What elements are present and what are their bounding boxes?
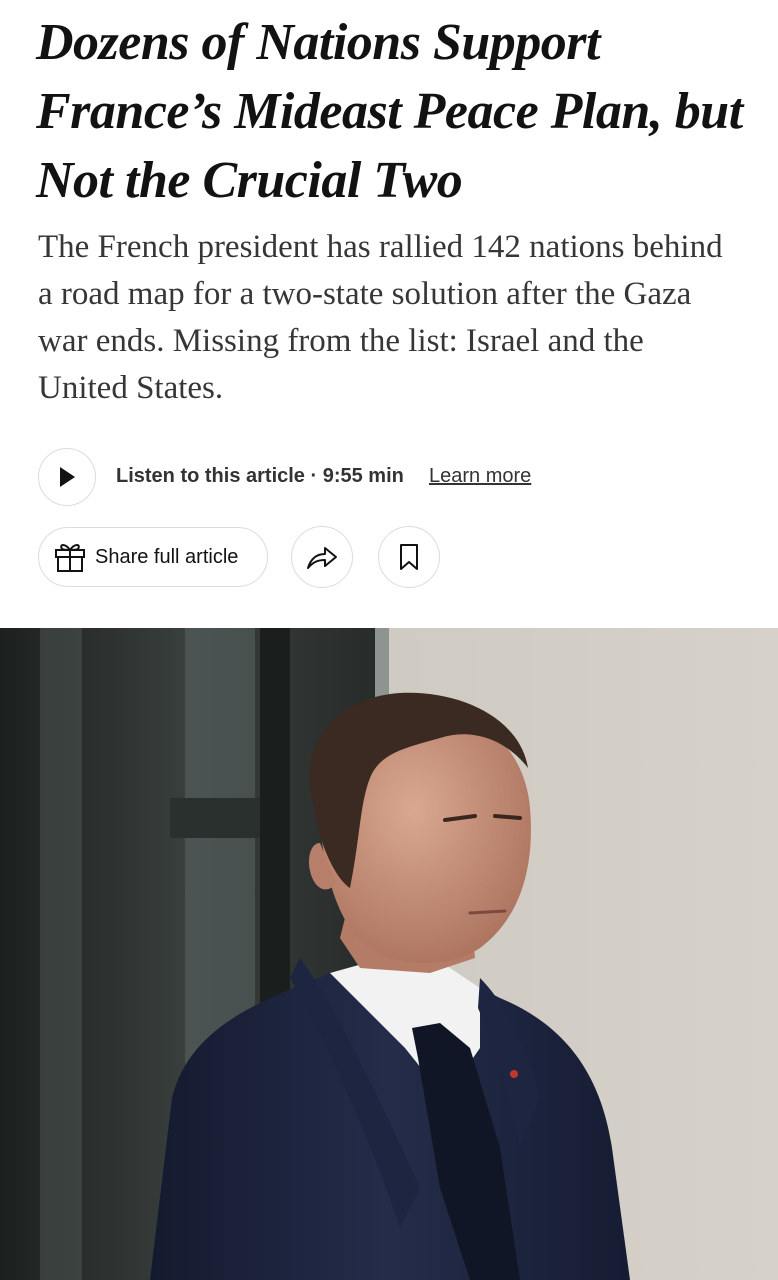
listen-bar: Listen to this article · 9:55 min Learn … [38,448,738,508]
learn-more-link[interactable]: Learn more [429,465,531,488]
share-full-article-label: Share full article [95,545,239,568]
article-headline: Dozens of Nations Support France’s Midea… [36,14,743,209]
share-arrow-icon [307,547,337,569]
share-button[interactable] [291,526,353,588]
listen-label: Listen to this article · 9:55 min [116,465,404,487]
portrait-image [0,628,778,1280]
save-button[interactable] [378,526,440,588]
article-photo [0,628,778,1280]
gift-icon [55,544,85,572]
play-button[interactable] [38,448,96,506]
share-full-article-button[interactable]: Share full article [38,527,268,587]
bookmark-icon [400,544,418,570]
play-icon [60,467,75,487]
article-summary: The French president has rallied 142 nat… [38,229,723,406]
share-toolbar: Share full article [38,526,738,590]
